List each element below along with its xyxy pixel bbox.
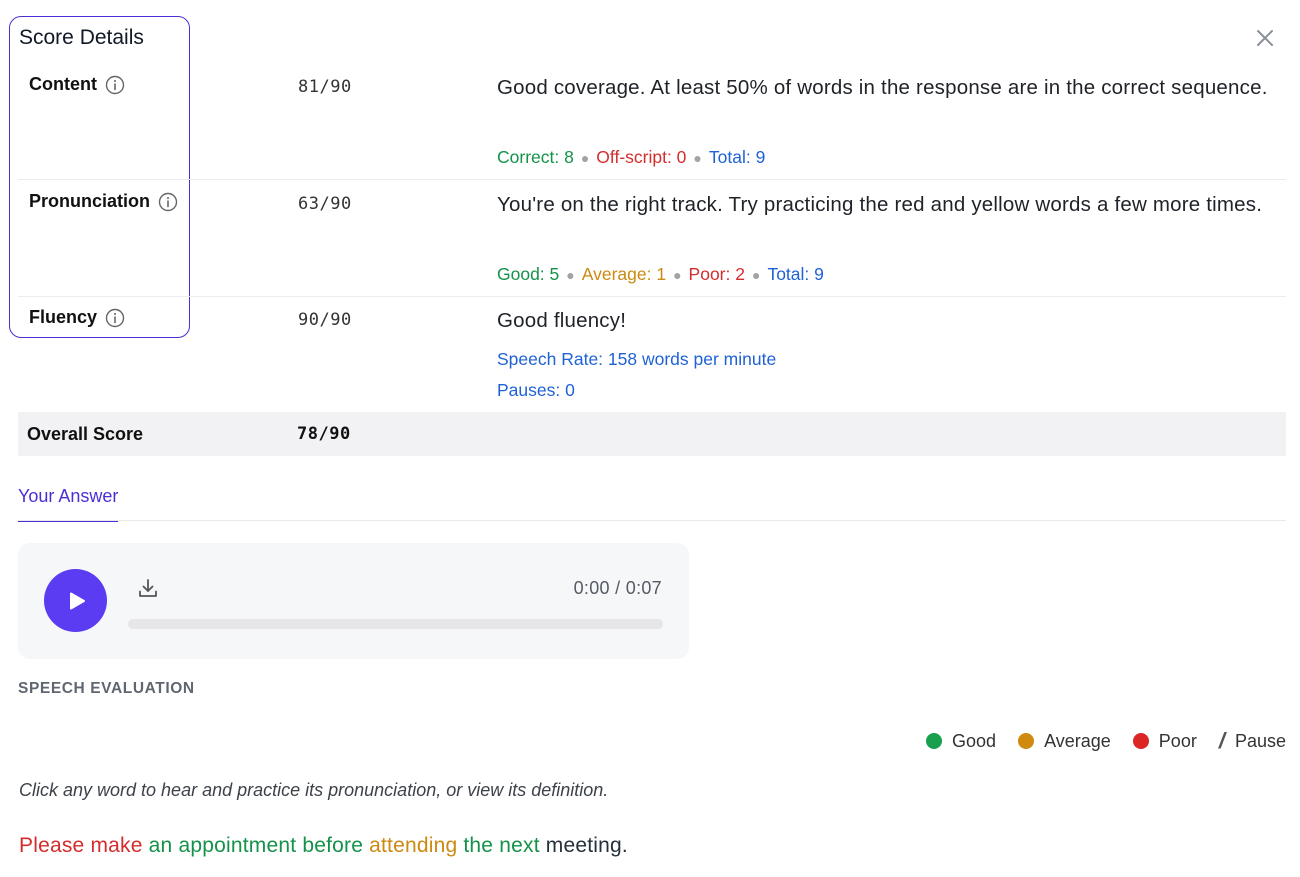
pronunciation-stats: Good: 5 ● Average: 1 ● Poor: 2 ● Total: … xyxy=(497,264,824,285)
play-button[interactable] xyxy=(44,569,107,632)
overall-score-value: 78/90 xyxy=(297,424,351,444)
download-icon xyxy=(139,579,157,597)
content-correct-stat: Correct: 8 xyxy=(497,147,574,167)
content-offscript-stat: Off-script: 0 xyxy=(596,147,687,167)
fluency-score: 90/90 xyxy=(298,310,352,330)
playback-time: 0:00 / 0:07 xyxy=(573,578,662,598)
poor-dot-icon xyxy=(1132,733,1149,749)
legend-poor: Poor xyxy=(1132,730,1197,752)
download-button[interactable] xyxy=(137,577,159,599)
legend: Good Average Poor / Pause xyxy=(916,728,1286,754)
content-stats: Correct: 8 ● Off-script: 0 ● Total: 9 xyxy=(497,147,765,168)
sentence-word[interactable]: an xyxy=(149,834,173,857)
separator-dot: ● xyxy=(751,266,761,283)
close-icon xyxy=(1257,30,1273,46)
tab-divider xyxy=(18,520,1286,521)
play-icon xyxy=(69,592,85,609)
info-icon[interactable] xyxy=(105,308,125,328)
sentence-word[interactable]: meeting. xyxy=(546,834,628,857)
legend-good-label: Good xyxy=(952,730,997,751)
row-divider xyxy=(18,296,1286,297)
legend-good: Good xyxy=(926,731,996,752)
content-row-label: Content xyxy=(29,74,125,95)
sentence-word[interactable]: Please xyxy=(19,834,84,857)
pronunciation-good-stat: Good: 5 xyxy=(497,264,560,284)
sentence-word[interactable]: the xyxy=(463,834,493,857)
fluency-pauses: Pauses: 0 xyxy=(497,380,575,400)
sentence-word[interactable]: make xyxy=(90,834,142,857)
label-column-highlight xyxy=(9,16,190,338)
pronunciation-label-text: Pronunciation xyxy=(29,191,150,211)
row-divider xyxy=(18,179,1286,180)
pronunciation-row-label: Pronunciation xyxy=(29,191,178,212)
info-icon[interactable] xyxy=(105,75,125,95)
info-icon[interactable] xyxy=(158,192,178,212)
legend-poor-label: Poor xyxy=(1158,730,1197,751)
pronunciation-poor-stat: Poor: 2 xyxy=(688,264,745,284)
fluency-label-text: Fluency xyxy=(29,307,98,327)
legend-average-label: Average xyxy=(1044,730,1111,751)
fluency-speech-rate: Speech Rate: 158 words per minute xyxy=(497,349,777,369)
fluency-row-label: Fluency xyxy=(29,307,125,328)
separator-dot: ● xyxy=(693,149,702,166)
pause-slash-icon: / xyxy=(1218,728,1225,753)
progress-bar[interactable] xyxy=(128,619,663,629)
pronunciation-score: 63/90 xyxy=(298,194,352,214)
good-dot-icon xyxy=(926,733,943,749)
legend-pause-label: Pause xyxy=(1234,730,1286,751)
average-dot-icon xyxy=(1018,733,1035,749)
evaluated-sentence: Please make an appointment before attend… xyxy=(19,834,628,858)
sentence-word[interactable]: appointment xyxy=(178,834,296,857)
separator-dot: ● xyxy=(673,266,682,283)
fluency-description: Good fluency! xyxy=(497,309,627,332)
close-button[interactable] xyxy=(1252,25,1278,51)
content-label-text: Content xyxy=(29,74,97,94)
speech-evaluation-heading: SPEECH EVALUATION xyxy=(18,680,195,697)
sentence-word[interactable]: attending xyxy=(369,834,457,857)
pronunciation-average-stat: Average: 1 xyxy=(581,264,667,284)
content-description: Good coverage. At least 50% of words in … xyxy=(497,76,1268,99)
tab-your-answer[interactable]: Your Answer xyxy=(18,486,119,522)
legend-average: Average xyxy=(1018,731,1111,752)
sentence-word[interactable]: before xyxy=(302,834,363,857)
audio-player xyxy=(18,543,689,659)
legend-pause: / Pause xyxy=(1219,728,1286,754)
overall-score-bar xyxy=(18,412,1286,456)
content-total-stat: Total: 9 xyxy=(708,147,766,167)
overall-score-label: Overall Score xyxy=(27,424,144,444)
pronunciation-description: You're on the right track. Try practicin… xyxy=(497,193,1263,216)
sentence-word[interactable]: next xyxy=(499,834,540,857)
pronunciation-total-stat: Total: 9 xyxy=(767,264,824,284)
separator-dot: ● xyxy=(566,266,575,283)
separator-dot: ● xyxy=(580,149,590,166)
content-score: 81/90 xyxy=(298,77,352,97)
instruction-hint: Click any word to hear and practice its … xyxy=(19,780,609,800)
